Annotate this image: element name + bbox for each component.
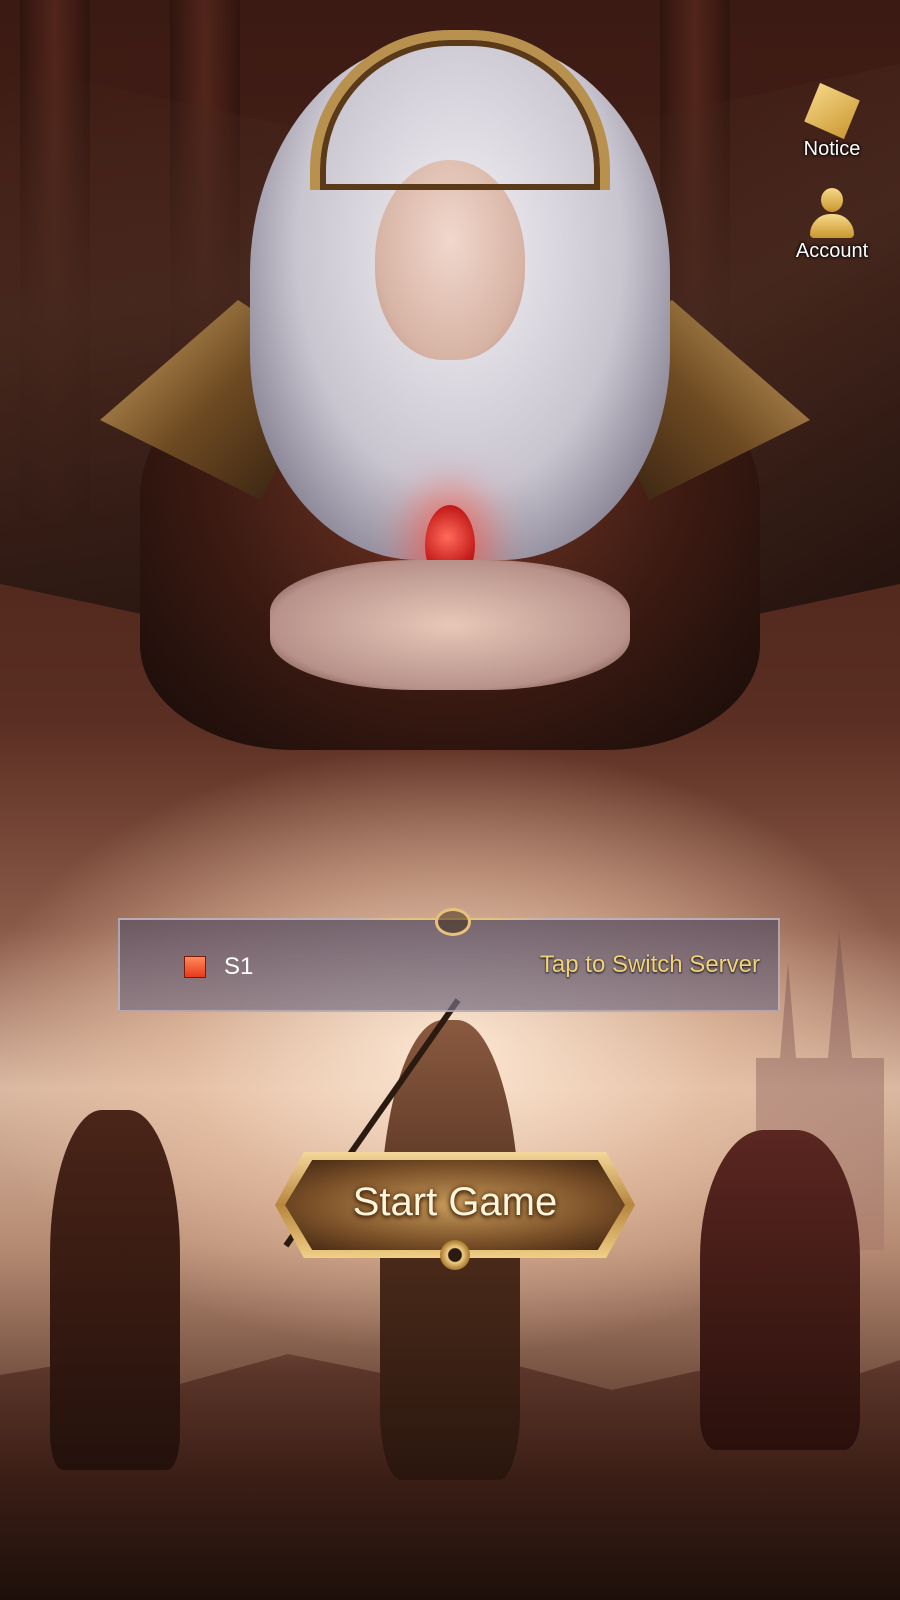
start-game-label: Start Game: [352, 1180, 558, 1224]
notice-label: Notice: [803, 138, 861, 160]
notice-button[interactable]: Notice: [787, 86, 877, 161]
heroine-hands: [270, 560, 630, 690]
heroine-crown: [310, 30, 610, 190]
emblem-icon: [440, 1240, 470, 1270]
account-label: Account: [795, 240, 869, 262]
switch-server-label: Tap to Switch Server: [539, 951, 760, 978]
heroine-face: [375, 160, 525, 360]
account-icon: [807, 188, 857, 238]
warrior-left: [50, 1110, 180, 1470]
server-switch-bar[interactable]: S1 Tap to Switch Server: [118, 908, 780, 1012]
ornament-icon: [350, 906, 550, 936]
background-art: [0, 0, 900, 1600]
server-status-icon: [184, 956, 206, 978]
warrior-right: [700, 1130, 860, 1450]
account-button[interactable]: Account: [787, 188, 877, 263]
notice-icon: [802, 81, 861, 140]
server-name: S1: [224, 953, 254, 980]
start-game-button[interactable]: Start Game: [275, 1152, 635, 1270]
